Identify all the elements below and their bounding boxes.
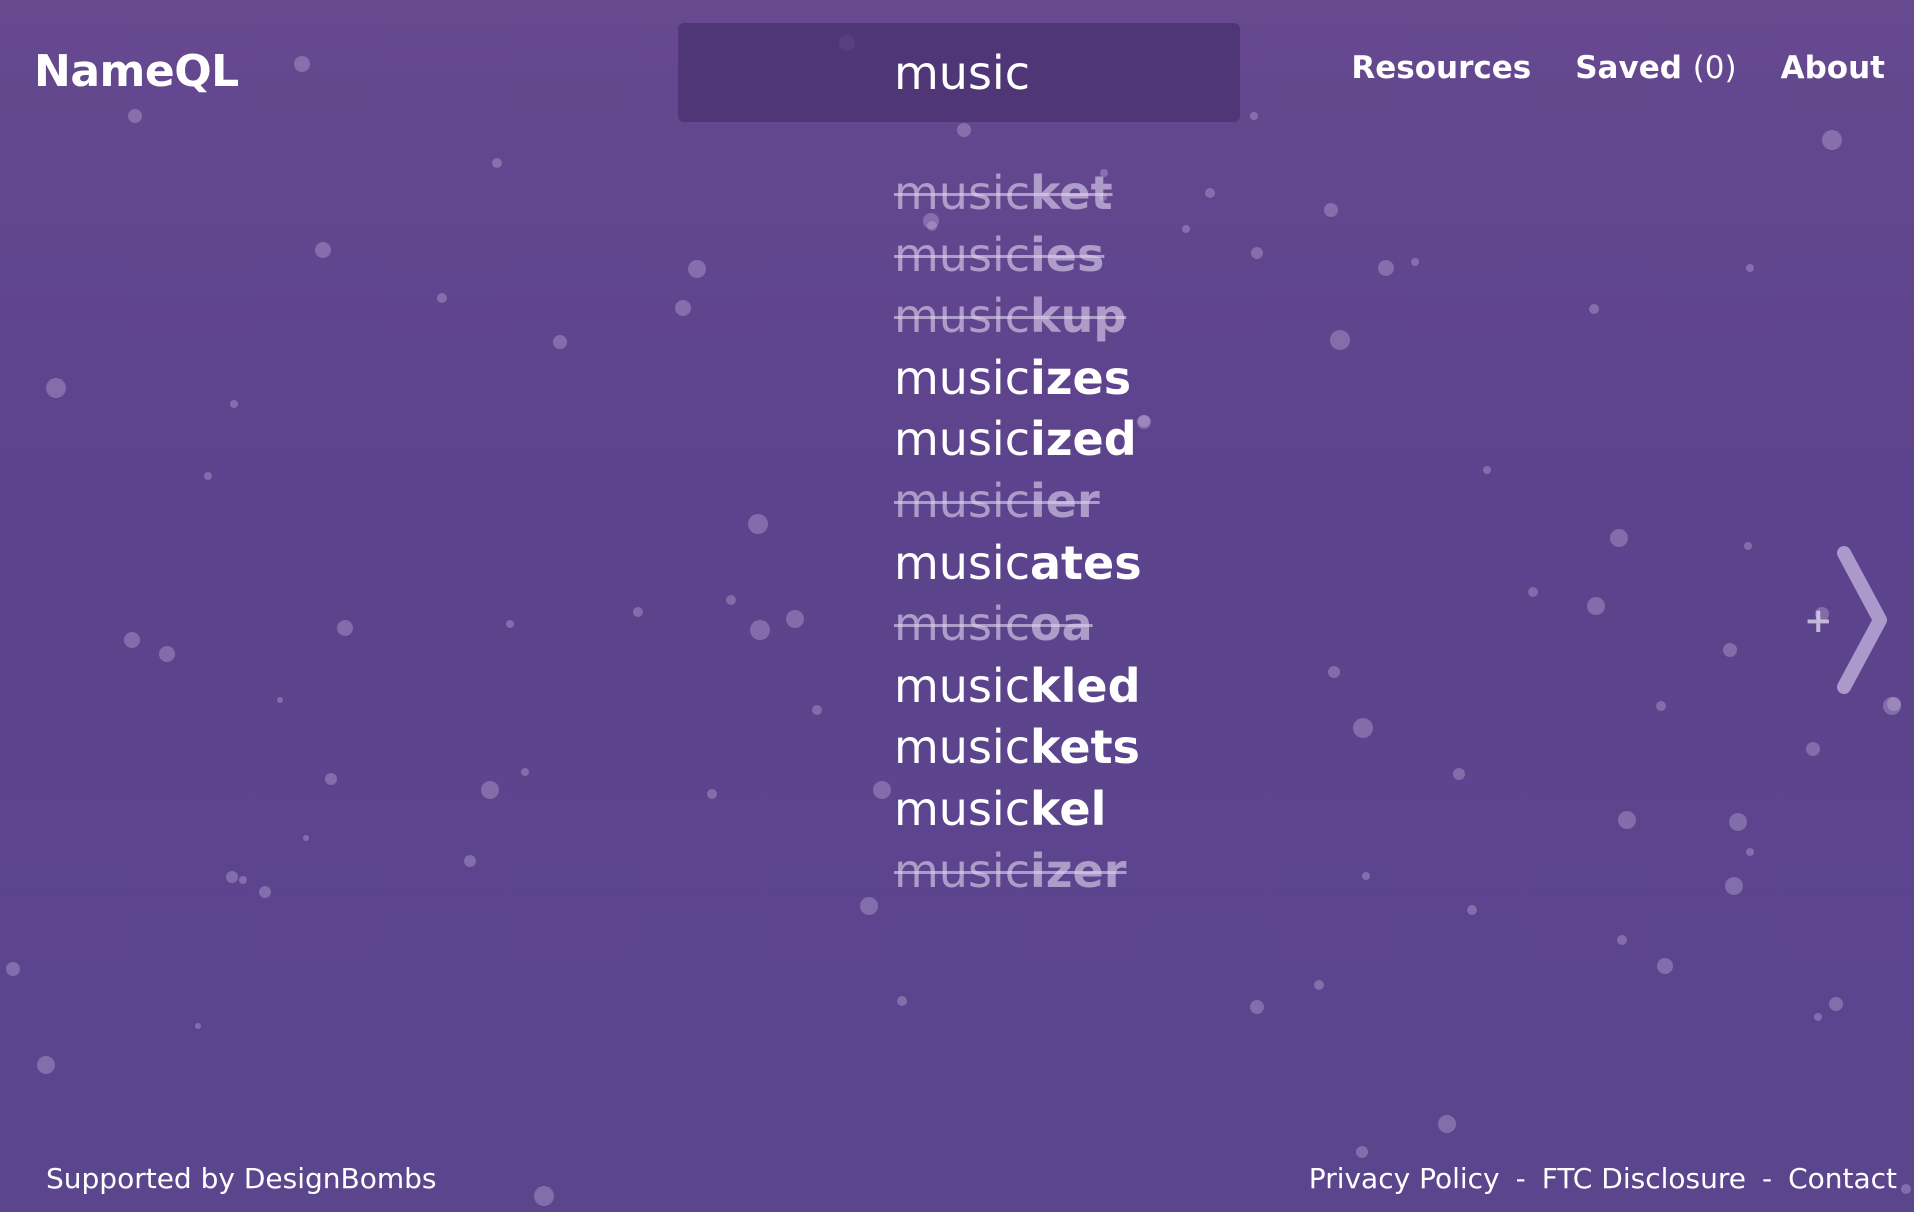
footer-ftc-disclosure[interactable]: FTC Disclosure (1542, 1162, 1746, 1195)
footer-privacy-policy[interactable]: Privacy Policy (1309, 1162, 1500, 1195)
nav-about[interactable]: About (1781, 50, 1885, 86)
footer-separator: - (1761, 1162, 1773, 1195)
chevron-right-icon (1837, 546, 1887, 694)
results-list: musicket musicies musickup musicizes mus… (894, 150, 1142, 915)
nav-saved-label: Saved (1575, 50, 1682, 86)
nav-saved-count: (0) (1692, 50, 1737, 86)
search-box (678, 23, 1240, 122)
footer-supported-by[interactable]: Supported by DesignBombs (46, 1162, 436, 1195)
plus-icon: + (1804, 601, 1833, 641)
next-results-button[interactable]: + (1790, 545, 1900, 695)
nav-resources[interactable]: Resources (1351, 50, 1531, 86)
logo[interactable]: NameQL (34, 46, 239, 97)
footer-contact[interactable]: Contact (1788, 1162, 1897, 1195)
search-input[interactable] (678, 23, 1240, 122)
result-prefix: music (894, 843, 1031, 898)
top-nav: Resources Saved (0) About (1351, 50, 1885, 86)
result-suffix: izer (1030, 843, 1127, 898)
footer-separator: - (1515, 1162, 1526, 1195)
result-item[interactable]: musicizer (894, 828, 1142, 916)
nav-saved[interactable]: Saved (0) (1575, 50, 1736, 86)
footer-links: Privacy Policy - FTC Disclosure - Contac… (1309, 1162, 1897, 1195)
